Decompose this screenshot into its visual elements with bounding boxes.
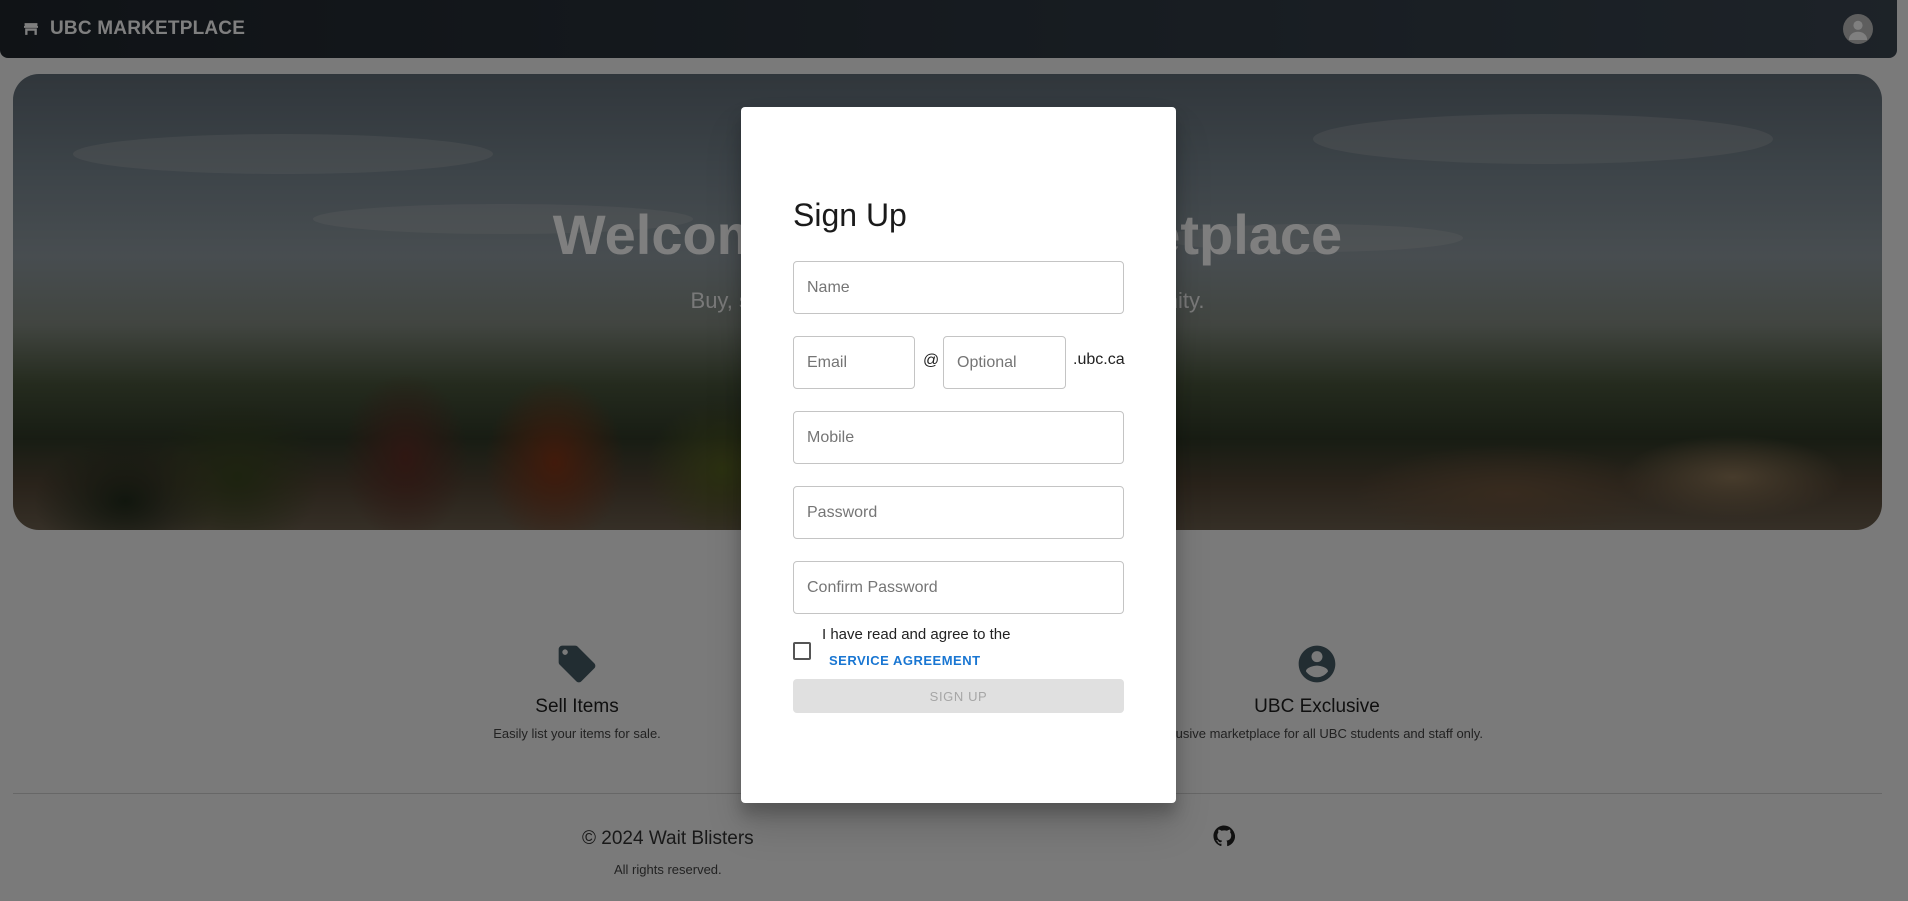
mobile-input[interactable]	[794, 412, 1123, 463]
agreement-checkbox[interactable]	[793, 642, 811, 660]
email-subdomain-field[interactable]	[943, 336, 1066, 389]
sign-up-button[interactable]: SIGN UP	[793, 679, 1124, 713]
password-field[interactable]	[793, 486, 1124, 539]
name-input[interactable]	[794, 262, 1123, 313]
mobile-field[interactable]	[793, 411, 1124, 464]
confirm-password-input[interactable]	[794, 562, 1123, 613]
at-symbol: @	[923, 352, 940, 369]
confirm-password-field[interactable]	[793, 561, 1124, 614]
dialog-title: Sign Up	[793, 197, 907, 233]
password-input[interactable]	[794, 487, 1123, 538]
subdomain-input[interactable]	[944, 337, 1065, 388]
domain-suffix: .ubc.ca	[1073, 351, 1125, 368]
signup-dialog: Sign Up @ .ubc.ca I have read and agree …	[741, 107, 1176, 803]
name-field[interactable]	[793, 261, 1124, 314]
email-input[interactable]	[794, 337, 914, 388]
agreement-text: I have read and agree to the	[822, 626, 1011, 643]
service-agreement-link[interactable]: SERVICE AGREEMENT	[829, 653, 981, 668]
email-field[interactable]	[793, 336, 915, 389]
